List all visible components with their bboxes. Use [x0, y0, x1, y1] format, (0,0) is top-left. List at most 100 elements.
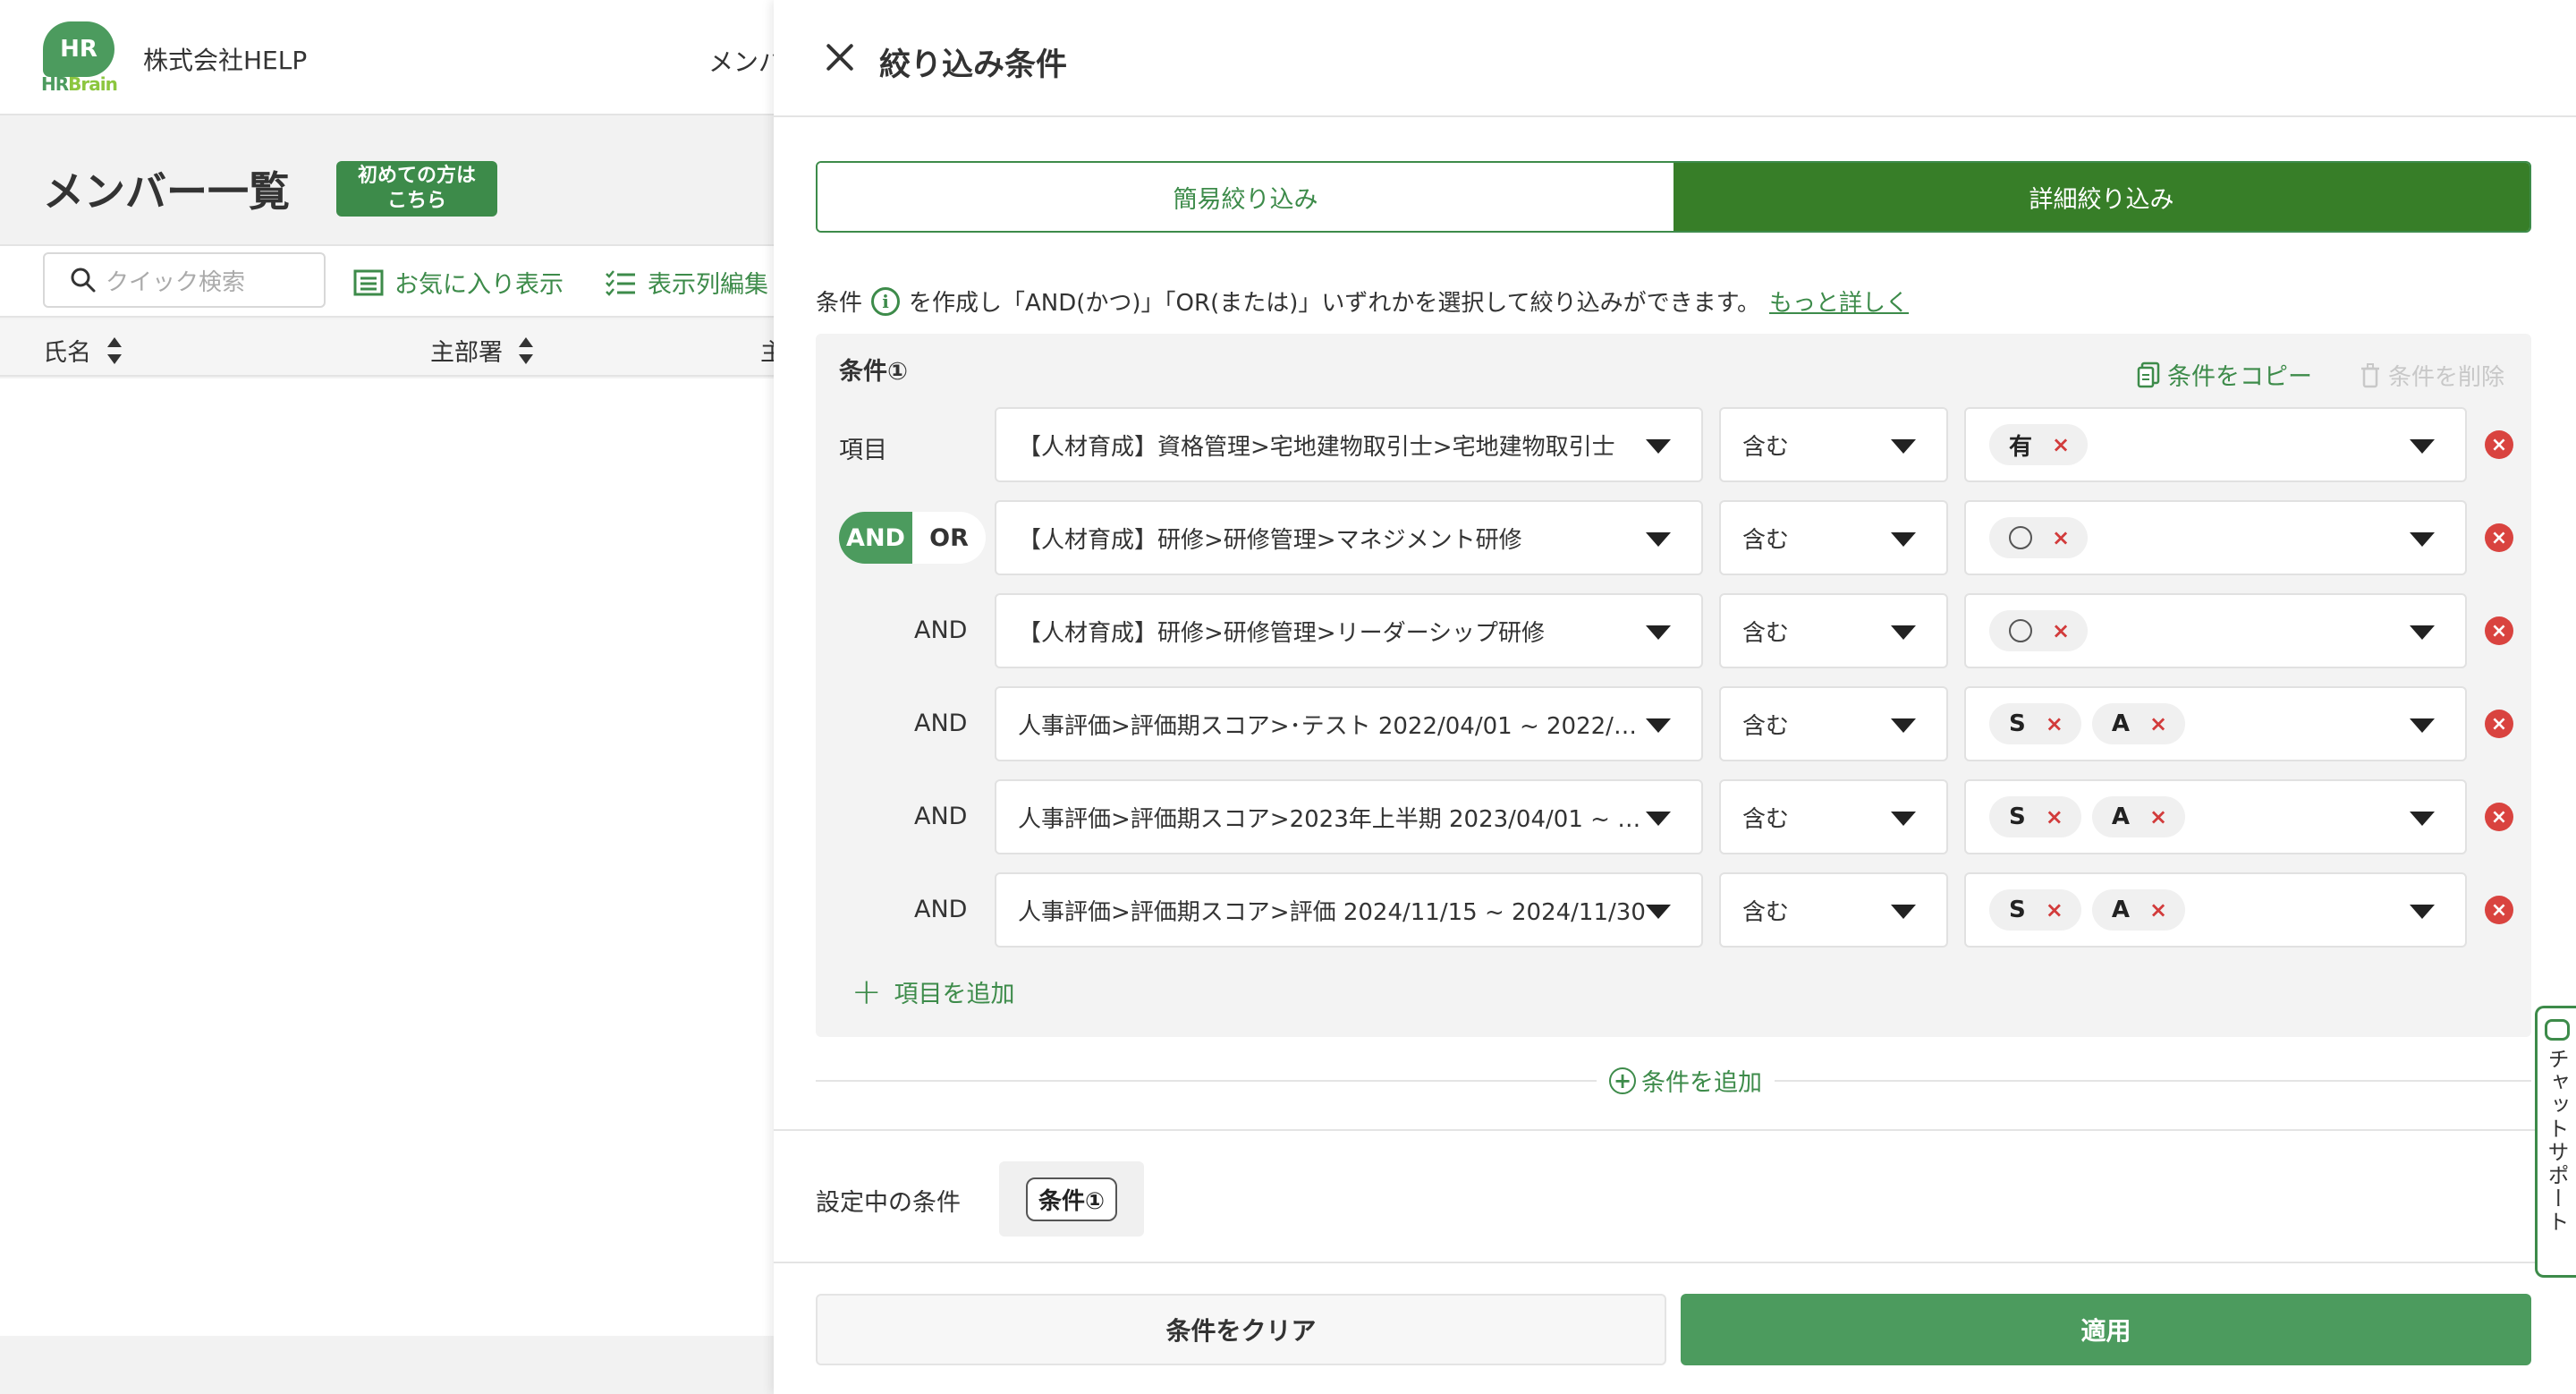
add-item-button[interactable]: + 項目を追加	[852, 971, 1015, 1013]
field-select[interactable]: 人事評価>評価期スコア>評価 2024/11/15 ~ 2024/11/30	[995, 872, 1703, 948]
item-label: 項目	[839, 437, 887, 464]
operator-select[interactable]: 含む	[1719, 593, 1948, 668]
field-value: 人事評価>評価期スコア>2023年上半期 2023/04/01 ~ 2023/0…	[1018, 805, 1701, 833]
chat-bubble-icon	[2544, 1019, 2570, 1041]
operator-select[interactable]: 含む	[1719, 500, 1948, 575]
column-dept-label: 主部署	[430, 339, 503, 367]
remove-row-icon[interactable]: ×	[2485, 430, 2513, 459]
remove-chip-icon[interactable]: ×	[2149, 711, 2167, 736]
remove-chip-icon[interactable]: ×	[2046, 711, 2063, 736]
remove-row-icon[interactable]: ×	[2485, 523, 2513, 552]
favorites-label: お気に入り表示	[394, 271, 564, 299]
dropdown-caret-icon	[1891, 625, 1916, 640]
remove-row-icon[interactable]: ×	[2485, 616, 2513, 645]
search-icon	[71, 268, 96, 293]
sort-icon[interactable]	[107, 336, 122, 364]
operator-select[interactable]: 含む	[1719, 686, 1948, 761]
value-chip: S ×	[1989, 703, 2081, 744]
dropdown-caret-icon	[1891, 532, 1916, 547]
remove-chip-icon[interactable]: ×	[2046, 804, 2063, 829]
apply-button[interactable]: 適用	[1681, 1294, 2531, 1365]
hrbrain-logo[interactable]: HR	[43, 21, 114, 77]
operator-select[interactable]: 含む	[1719, 779, 1948, 854]
value-chip: S ×	[1989, 889, 2081, 931]
dropdown-caret-icon	[2410, 532, 2435, 547]
dropdown-caret-icon	[1891, 718, 1916, 733]
field-select[interactable]: 【人材育成】研修>研修管理>リーダーシップ研修	[995, 593, 1703, 668]
value-chip: ×	[1989, 610, 2089, 651]
filter-instructions: 条件 i を作成し「AND(かつ)」「OR(または)」いずれかを選択して絞り込み…	[816, 285, 1909, 318]
filter-mode-tabs: 簡易絞り込み 詳細絞り込み	[816, 161, 2531, 233]
condition-title: 条件①	[839, 358, 908, 386]
dropdown-caret-icon	[1646, 905, 1671, 919]
remove-chip-icon[interactable]: ×	[2052, 525, 2070, 550]
operator-select[interactable]: 含む	[1719, 407, 1948, 482]
app-header: HR HRBrain 株式会社HELP メンバー	[0, 0, 774, 115]
clear-conditions-button[interactable]: 条件をクリア	[816, 1294, 1666, 1365]
trash-icon	[2360, 362, 2379, 387]
value-multiselect[interactable]: 有 ×	[1964, 407, 2467, 482]
remove-chip-icon[interactable]: ×	[2149, 897, 2167, 922]
tab-simple-filter[interactable]: 簡易絞り込み	[818, 163, 1674, 231]
edit-columns-button[interactable]: 表示列編集	[605, 265, 774, 300]
plus-circle-icon: +	[1609, 1067, 1636, 1094]
copy-icon	[2137, 361, 2160, 387]
operator-select[interactable]: 含む	[1719, 872, 1948, 948]
first-time-guide-button[interactable]: 初めての方は こちら	[336, 161, 497, 217]
learn-more-link[interactable]: もっと詳しく	[1769, 285, 1909, 318]
field-value: 【人材育成】研修>研修管理>マネジメント研修	[1018, 526, 1522, 554]
dropdown-caret-icon	[2410, 439, 2435, 454]
dropdown-caret-icon	[1891, 439, 1916, 454]
current-conditions-label: 設定中の条件	[816, 1189, 961, 1217]
hrbrain-logo-text: HRBrain	[41, 73, 118, 95]
toggle-or[interactable]: OR	[912, 512, 986, 564]
chat-support-tab[interactable]: チャットサポート	[2535, 1006, 2576, 1278]
tab-detail-filter[interactable]: 詳細絞り込み	[1674, 163, 2529, 231]
dropdown-caret-icon	[1891, 905, 1916, 919]
field-select[interactable]: 【人材育成】研修>研修管理>マネジメント研修	[995, 500, 1703, 575]
and-or-toggle[interactable]: AND OR	[839, 512, 986, 564]
value-multiselect[interactable]: S × A ×	[1964, 779, 2467, 854]
copy-condition-button[interactable]: 条件をコピー	[2137, 357, 2312, 392]
sort-icon[interactable]	[519, 336, 533, 364]
add-condition-button[interactable]: + 条件を追加	[1597, 1063, 1775, 1098]
remove-chip-icon[interactable]: ×	[2046, 897, 2063, 922]
remove-row-icon[interactable]: ×	[2485, 710, 2513, 738]
field-select[interactable]: 人事評価>評価期スコア>2023年上半期 2023/04/01 ~ 2023/0…	[995, 779, 1703, 854]
plus-icon: +	[852, 971, 882, 1013]
toggle-and[interactable]: AND	[839, 512, 912, 564]
current-conditions-area: 設定中の条件 条件①	[774, 1129, 2576, 1263]
field-select[interactable]: 人事評価>評価期スコア>･テスト 2022/04/01 ~ 2022/09/30	[995, 686, 1703, 761]
info-icon[interactable]: i	[871, 286, 901, 316]
top-nav-members[interactable]: メンバー	[708, 43, 774, 79]
checklist-icon	[606, 269, 635, 296]
chat-support-label: チャットサポート	[2544, 1048, 2569, 1234]
delete-condition-button[interactable]: 条件を削除	[2360, 359, 2504, 392]
value-chip: A ×	[2091, 703, 2186, 744]
column-header-name[interactable]: 氏名	[43, 333, 122, 368]
column-header-department[interactable]: 主部署	[430, 333, 533, 368]
remove-chip-icon[interactable]: ×	[2052, 618, 2070, 643]
remove-chip-icon[interactable]: ×	[2149, 804, 2167, 829]
field-select[interactable]: 【人材育成】資格管理>宅地建物取引士>宅地建物取引士	[995, 407, 1703, 482]
close-icon[interactable]	[824, 41, 856, 73]
remove-chip-icon[interactable]: ×	[2052, 432, 2070, 457]
chip-label: A	[2111, 803, 2130, 830]
remove-row-icon[interactable]: ×	[2485, 896, 2513, 924]
column-name-label: 氏名	[43, 339, 91, 367]
value-multiselect[interactable]: ×	[1964, 500, 2467, 575]
value-multiselect[interactable]: S × A ×	[1964, 872, 2467, 948]
quick-search-input[interactable]: クイック検索	[43, 252, 326, 308]
current-condition-chip[interactable]: 条件①	[1025, 1177, 1117, 1221]
intro-prefix: 条件	[816, 290, 863, 317]
value-chip: ×	[1989, 517, 2089, 558]
remove-row-icon[interactable]: ×	[2485, 803, 2513, 831]
value-multiselect[interactable]: ×	[1964, 593, 2467, 668]
value-multiselect[interactable]: S × A ×	[1964, 686, 2467, 761]
guide-line-2: こちら	[386, 190, 446, 212]
dropdown-caret-icon	[2410, 812, 2435, 826]
favorites-view-button[interactable]: お気に入り表示	[353, 265, 564, 300]
dropdown-caret-icon	[1891, 812, 1916, 826]
value-chip: S ×	[1989, 796, 2081, 837]
delete-label: 条件を削除	[2387, 364, 2504, 391]
